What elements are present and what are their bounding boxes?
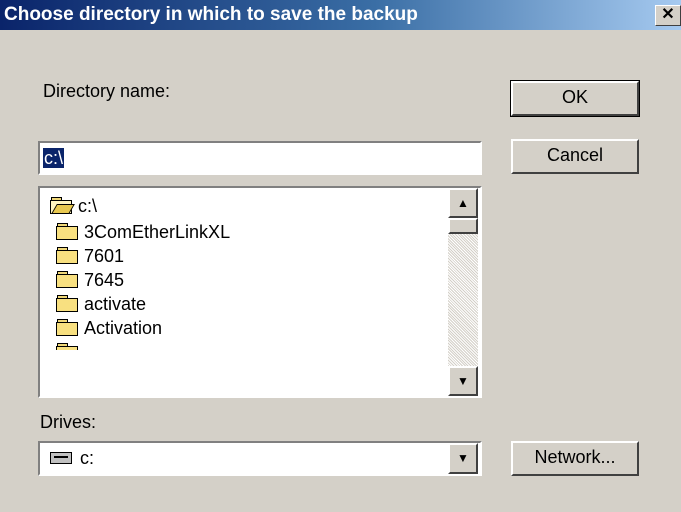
vertical-scrollbar[interactable]: ▲ ▼ (448, 188, 478, 396)
arrow-down-icon: ▼ (457, 374, 469, 388)
ok-button[interactable]: OK (510, 80, 640, 117)
list-item[interactable]: 3ComEtherLinkXL (56, 220, 230, 244)
list-item[interactable]: 7601 (56, 244, 124, 268)
folder-icon (56, 343, 78, 350)
cancel-button[interactable]: Cancel (511, 139, 639, 174)
scroll-up-button[interactable]: ▲ (448, 188, 478, 218)
network-button[interactable]: Network... (511, 441, 639, 476)
scroll-down-button[interactable]: ▼ (448, 366, 478, 396)
list-item-label: 3ComEtherLinkXL (84, 222, 231, 242)
list-item-label: Activation (84, 318, 163, 338)
list-item-label: 7601 (84, 246, 125, 266)
list-item[interactable]: 7645 (56, 268, 124, 292)
close-icon: ✕ (661, 6, 675, 23)
list-item[interactable]: c:\ (50, 194, 97, 218)
directory-list[interactable]: c:\ 3ComEtherLinkXL 7601 7645 activate A… (38, 186, 482, 398)
drives-label: Drives: (40, 412, 97, 432)
directory-name-label: Directory name: (43, 81, 171, 101)
list-item-label: activate (84, 294, 147, 314)
list-item[interactable]: Activation (56, 316, 162, 340)
drive-icon (50, 452, 72, 464)
open-folder-icon (50, 197, 75, 214)
close-button[interactable]: ✕ (655, 5, 681, 26)
drives-selected-value: c: (80, 448, 95, 468)
scroll-thumb[interactable] (448, 218, 478, 234)
chevron-down-icon: ▼ (457, 451, 469, 465)
dialog-title: Choose directory in which to save the ba… (4, 4, 418, 25)
list-item-label: 7645 (84, 270, 125, 290)
folder-icon (56, 319, 78, 336)
folder-icon (56, 271, 78, 288)
directory-name-input[interactable]: c:\ (38, 141, 482, 175)
list-item-label: c:\ (78, 196, 98, 216)
directory-name-value: c:\ (43, 148, 65, 168)
arrow-up-icon: ▲ (457, 196, 469, 210)
list-item[interactable]: activate (56, 292, 146, 316)
drives-dropdown-button[interactable]: ▼ (448, 443, 478, 474)
drives-dropdown[interactable]: c: ▼ (38, 441, 482, 476)
folder-icon (56, 295, 78, 312)
folder-icon (56, 247, 78, 264)
list-item-partial (56, 340, 84, 350)
title-bar[interactable]: Choose directory in which to save the ba… (0, 0, 681, 30)
folder-icon (56, 223, 78, 240)
